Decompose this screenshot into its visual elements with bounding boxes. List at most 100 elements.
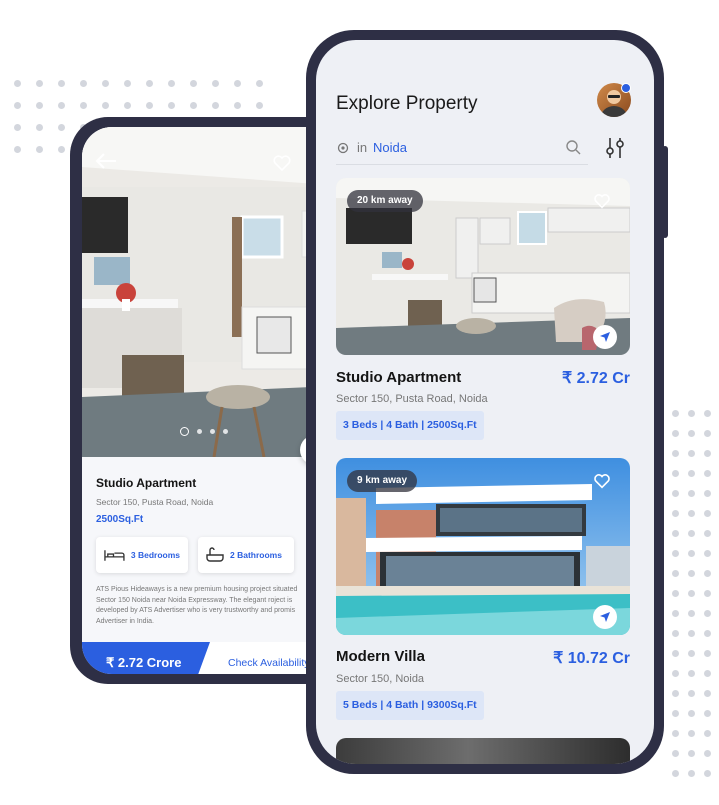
decorative-dot — [36, 80, 43, 87]
decorative-dot — [672, 690, 679, 697]
filter-icon[interactable] — [604, 136, 626, 160]
decorative-dot — [688, 530, 695, 537]
decorative-dot — [190, 80, 197, 87]
heart-icon[interactable] — [593, 192, 611, 210]
image-pager[interactable] — [180, 427, 228, 436]
search-icon[interactable] — [565, 139, 581, 155]
decorative-dot — [672, 670, 679, 677]
decorative-dot — [672, 530, 679, 537]
decorative-dot — [688, 770, 695, 777]
decorative-dot — [672, 410, 679, 417]
decorative-dot — [704, 450, 711, 457]
decorative-dot — [704, 510, 711, 517]
decorative-dot — [212, 80, 219, 87]
decorative-dot — [688, 490, 695, 497]
decorative-dot — [688, 610, 695, 617]
decorative-dot — [704, 670, 711, 677]
decorative-dot — [672, 750, 679, 757]
bedrooms-feature: 3 Bedrooms — [96, 537, 188, 573]
back-arrow-icon[interactable] — [94, 151, 118, 171]
decorative-dot — [704, 410, 711, 417]
decorative-dot — [672, 730, 679, 737]
decorative-dot — [14, 124, 21, 131]
decorative-dot — [672, 510, 679, 517]
location-city[interactable]: Noida — [373, 140, 407, 155]
listing-photo[interactable] — [336, 738, 630, 764]
notification-dot — [621, 83, 631, 93]
pager-dot[interactable] — [223, 429, 228, 434]
decorative-dot — [688, 570, 695, 577]
navigation-arrow-icon — [600, 612, 610, 622]
property-area: 2500Sq.Ft — [96, 514, 144, 525]
pager-dot[interactable] — [210, 429, 215, 434]
decorative-dot — [58, 80, 65, 87]
price-button[interactable]: ₹ 2.72 Crore — [82, 642, 210, 674]
property-description: ATS Pious Hideaways is a new premium hou… — [96, 586, 298, 625]
decorative-dot — [688, 430, 695, 437]
decorative-dot — [58, 102, 65, 109]
decorative-dot — [704, 770, 711, 777]
decorative-dot — [672, 630, 679, 637]
listing-specs: 3 Beds | 4 Bath | 2500Sq.Ft — [336, 411, 484, 440]
decorative-dot — [704, 710, 711, 717]
listing-name[interactable]: Modern Villa — [336, 648, 425, 665]
bedrooms-label: 3 Bedrooms — [130, 550, 180, 560]
listing-price: ₹ 2.72 Cr — [562, 370, 630, 387]
decorative-dot — [672, 430, 679, 437]
decorative-dot — [256, 102, 263, 109]
decorative-dot — [704, 610, 711, 617]
decorative-dot — [234, 102, 241, 109]
decorative-dot — [234, 80, 241, 87]
decorative-dot — [80, 102, 87, 109]
pager-dot[interactable] — [180, 427, 189, 436]
decorative-dot — [688, 550, 695, 557]
decorative-dot — [704, 750, 711, 757]
decorative-dot — [688, 730, 695, 737]
decorative-dot — [704, 690, 711, 697]
decorative-dot — [704, 590, 711, 597]
decorative-dot — [704, 550, 711, 557]
heart-icon[interactable] — [272, 153, 292, 173]
bathrooms-feature: 2 Bathrooms — [198, 537, 294, 573]
decorative-dot — [14, 102, 21, 109]
location-prefix: in — [357, 140, 368, 155]
decorative-dot — [672, 770, 679, 777]
decorative-dot — [672, 470, 679, 477]
explore-screen: Explore Property in Noida 20 km away Stu… — [316, 40, 654, 764]
decorative-dot — [672, 450, 679, 457]
listing-specs: 5 Beds | 4 Bath | 9300Sq.Ft — [336, 691, 484, 720]
decorative-dot — [688, 710, 695, 717]
listing-price: ₹ 10.72 Cr — [553, 650, 630, 667]
decorative-dot — [14, 146, 21, 153]
navigation-arrow-icon — [600, 332, 610, 342]
listing-photo[interactable]: 9 km away — [336, 458, 630, 635]
decorative-dot — [704, 650, 711, 657]
decorative-dot — [688, 670, 695, 677]
navigate-button[interactable] — [593, 605, 617, 629]
decorative-dot — [14, 80, 21, 87]
decorative-dot — [688, 410, 695, 417]
navigate-button[interactable] — [593, 325, 617, 349]
decorative-dot — [146, 80, 153, 87]
decorative-dot — [102, 102, 109, 109]
listing-name[interactable]: Studio Apartment — [336, 369, 461, 386]
listing-address: Sector 150, Pusta Road, Noida — [336, 393, 488, 405]
pager-dot[interactable] — [197, 429, 202, 434]
heart-icon[interactable] — [593, 472, 611, 490]
decorative-dot — [672, 590, 679, 597]
decorative-dot — [704, 530, 711, 537]
decorative-dot — [672, 610, 679, 617]
decorative-dot — [36, 124, 43, 131]
search-underline — [336, 164, 588, 165]
decorative-dot — [704, 570, 711, 577]
decorative-dot — [704, 490, 711, 497]
bathtub-icon — [206, 547, 224, 562]
decorative-dot — [688, 510, 695, 517]
check-availability-link[interactable]: Check Availability — [228, 657, 310, 669]
listing-photo[interactable]: 20 km away — [336, 178, 630, 355]
decorative-dot — [672, 490, 679, 497]
decorative-dot — [124, 102, 131, 109]
decorative-dot — [704, 730, 711, 737]
decorative-dot — [146, 102, 153, 109]
decorative-dot — [256, 80, 263, 87]
